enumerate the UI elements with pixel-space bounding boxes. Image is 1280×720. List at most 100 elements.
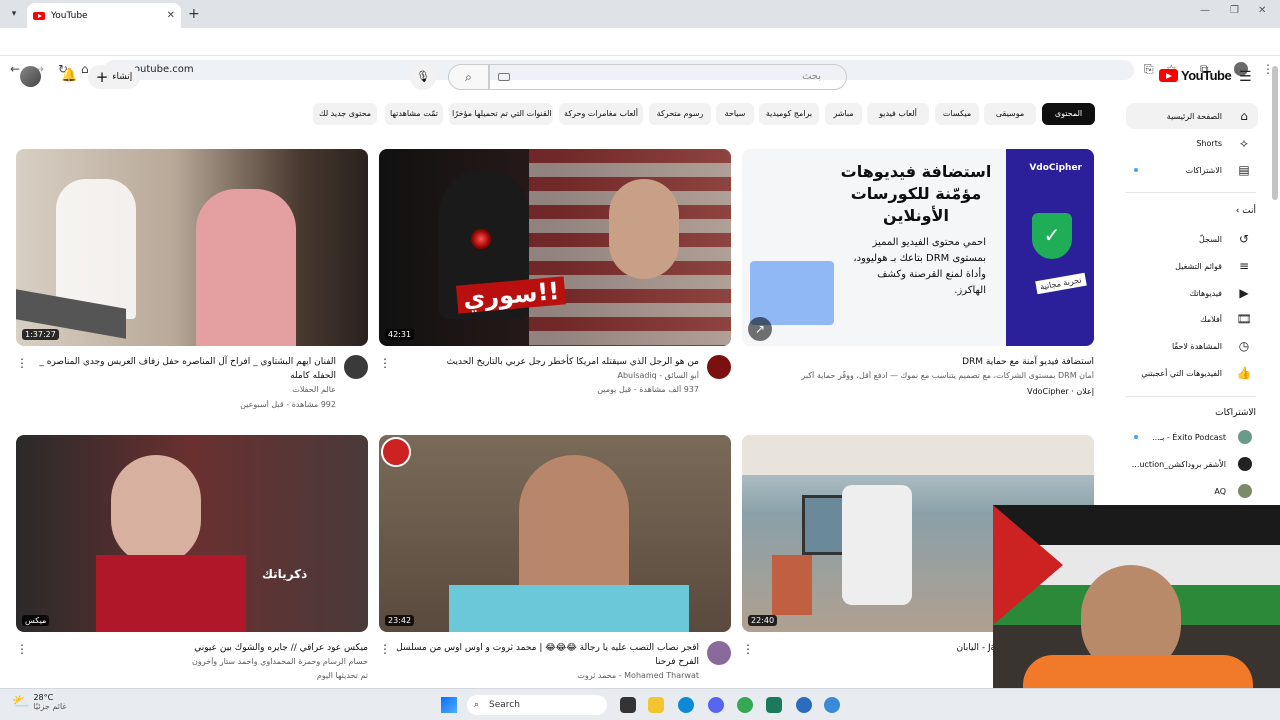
history-icon: ↺ <box>1238 232 1250 246</box>
hamburger-menu-icon[interactable]: ☰ <box>1239 69 1252 85</box>
chip-watched[interactable]: تمّت مشاهدتها <box>385 103 443 125</box>
channel-avatar[interactable] <box>344 355 368 379</box>
start-icon[interactable] <box>441 697 457 713</box>
chip-music[interactable]: موسيقى <box>984 103 1036 125</box>
youtube-logo[interactable]: YouTube JO <box>1159 68 1241 83</box>
sidebar-item-watch-later[interactable]: ◷ المشاهدة لاحقًا <box>1126 333 1258 359</box>
movies-icon: 🎞 <box>1236 312 1252 326</box>
chip-recently-uploaded[interactable]: القنوات التي تم تحميلها مؤخرًا <box>449 103 553 125</box>
create-button[interactable]: + إنشاء <box>88 65 140 89</box>
actor-shirt <box>449 585 689 632</box>
restore-icon[interactable]: ❐ <box>1230 5 1239 16</box>
sidebar-item-label: فيديوهاتك <box>1189 288 1222 298</box>
chip-content[interactable]: المحتوى <box>1042 103 1095 125</box>
tab-strip: ▾ YouTube ✕ + — ❐ ✕ <box>0 0 1280 28</box>
watch-later-icon: ◷ <box>1238 339 1250 353</box>
chip-live[interactable]: مباشر <box>825 103 862 125</box>
weather-widget[interactable]: ⛅ 28°C غائم جزئيًا <box>12 693 67 711</box>
woman-face <box>111 455 201 565</box>
search-input[interactable]: بحث <box>489 64 847 90</box>
sidebar-item-home[interactable]: ⌂ الصفحة الرئيسية <box>1126 103 1258 129</box>
notifications-bell-icon[interactable]: 🔔 <box>61 68 77 83</box>
chip-action-games[interactable]: ألعاب مغامرات وحركة <box>559 103 643 125</box>
video-title[interactable]: استضافة فيديو آمنة مع حماية DRM <box>789 355 1094 369</box>
you-section-header[interactable]: أنت › <box>1236 206 1256 216</box>
close-window-icon[interactable]: ✕ <box>1258 5 1266 16</box>
more-options-icon[interactable]: ⋮ <box>16 356 28 370</box>
search-button[interactable]: ⌕ <box>448 64 489 90</box>
video-thumbnail[interactable]: سوري!! 42:31 <box>379 149 731 346</box>
video-thumbnail[interactable]: 1:37:27 <box>16 149 368 346</box>
new-content-dot <box>1134 435 1138 439</box>
back-icon[interactable]: ← <box>10 62 20 76</box>
presenter-face <box>609 179 679 279</box>
chip-comedy[interactable]: برامج كوميدية <box>759 103 819 125</box>
sleeping-bag <box>842 485 912 605</box>
chip-animation[interactable]: رسوم متحركة <box>649 103 711 125</box>
browser-tab[interactable]: YouTube ✕ <box>27 3 181 28</box>
ad-thumbnail[interactable]: VdoCipher ✓ تجربة مجانية استضافة فيديوها… <box>742 149 1094 346</box>
page-scrollbar[interactable] <box>1272 66 1278 200</box>
app-icon[interactable] <box>824 697 840 713</box>
video-duration: 1:37:27 <box>22 329 59 340</box>
video-title[interactable]: ميكس عود عراقي // جايره والشوك بين عيوني <box>63 641 368 655</box>
keyboard-icon[interactable] <box>498 73 510 81</box>
sidebar-sub-channel[interactable]: الأشقر بروداكشن_uction... <box>1126 451 1258 477</box>
sidebar-item-your-videos[interactable]: ▶ فيديوهاتك <box>1126 280 1258 306</box>
video-title[interactable]: من هو الرجل الذي سيقتله امريكا كأخطر رجل… <box>394 355 699 369</box>
channel-name[interactable]: أبو السائق - Abulsadiq <box>394 371 699 380</box>
channel-avatar[interactable] <box>707 355 731 379</box>
new-tab-icon[interactable]: + <box>188 6 200 22</box>
install-app-icon[interactable]: ⎘ <box>1144 62 1154 77</box>
sidebar-item-shorts[interactable]: ⟡ Shorts <box>1126 130 1258 156</box>
video-thumbnail[interactable]: ذكرياتك ميكس <box>16 435 368 632</box>
edge-icon[interactable] <box>678 697 694 713</box>
sidebar-item-liked[interactable]: 👍 الفيديوهات التي أعجبتني <box>1126 360 1258 386</box>
channel-avatar[interactable] <box>707 641 731 665</box>
sidebar-item-movies[interactable]: 🎞 أفلامك <box>1126 306 1258 332</box>
sidebar-item-playlists[interactable]: ≡ قوائم التشغيل <box>1126 253 1258 279</box>
sidebar-item-history[interactable]: ↺ السجلّ <box>1126 226 1258 252</box>
sidebar-sub-channel[interactable]: Éxito Podcast - بـ... <box>1126 424 1258 450</box>
minimize-icon[interactable]: — <box>1200 5 1210 16</box>
channel-name[interactable]: عالم الحفلات <box>31 385 336 394</box>
chip-new-to-you[interactable]: محتوى جديد لك <box>313 103 377 125</box>
more-options-icon[interactable]: ⋮ <box>742 642 754 656</box>
more-options-icon[interactable]: ⋮ <box>379 356 391 370</box>
tab-title: YouTube <box>51 10 88 21</box>
more-options-icon[interactable]: ⋮ <box>16 642 28 656</box>
voice-search-button[interactable]: 🎙 <box>410 64 436 90</box>
ad-description: أمان DRM بمستوى الشركات، مع تصميم يتناسب… <box>801 371 1094 380</box>
tab-search-button[interactable]: ▾ <box>5 5 23 23</box>
app-icon[interactable] <box>796 697 812 713</box>
app-icon[interactable] <box>766 697 782 713</box>
sidebar-item-subscriptions[interactable]: ▤ الاشتراكات <box>1126 157 1258 183</box>
video-title[interactable]: الفنان ايهم البشتاوي _ افراح آل المناصره… <box>31 355 336 383</box>
taskbar-search-label: Search <box>489 700 520 710</box>
channel-avatar <box>1238 457 1252 471</box>
chip-mixes[interactable]: ميكسات <box>935 103 979 125</box>
sidebar-item-label: Éxito Podcast - بـ... <box>1152 432 1226 442</box>
sidebar-item-label: المشاهدة لاحقًا <box>1171 341 1222 351</box>
video-thumbnail[interactable]: 23:42 <box>379 435 731 632</box>
account-avatar[interactable] <box>20 66 41 87</box>
video-title[interactable]: اقجر نصاب التصب عليه يا رجالة 😂😂😂 | محمد… <box>394 641 699 669</box>
channel-avatar <box>1238 430 1252 444</box>
more-options-icon[interactable]: ⋮ <box>379 642 391 656</box>
flag-red-triangle <box>993 505 1063 625</box>
tab-close-icon[interactable]: ✕ <box>167 10 175 21</box>
file-explorer-icon[interactable] <box>648 697 664 713</box>
channel-name[interactable]: Mohamed Tharwat - محمد ثروت <box>394 671 699 680</box>
task-view-icon[interactable] <box>620 697 636 713</box>
taskbar-search[interactable]: ⌕ Search <box>467 695 607 715</box>
new-content-dot <box>1134 168 1138 172</box>
chip-gaming[interactable]: ألعاب فيديو <box>867 103 929 125</box>
open-link-icon[interactable]: ↗ <box>748 317 772 341</box>
chip-travel[interactable]: سياحة <box>716 103 754 125</box>
sidebar-sub-channel[interactable]: AQ <box>1126 478 1258 504</box>
chrome-icon[interactable] <box>737 697 753 713</box>
discord-icon[interactable] <box>708 697 724 713</box>
red-glow <box>471 229 491 249</box>
youtube-favicon-icon <box>33 11 45 20</box>
shorts-icon: ⟡ <box>1240 135 1248 150</box>
